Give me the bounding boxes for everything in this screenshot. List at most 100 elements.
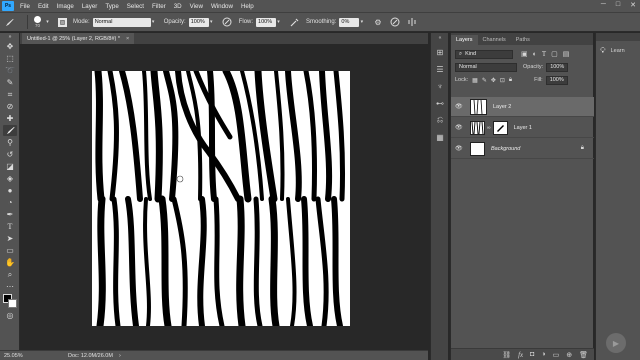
more-tools-icon[interactable]: ⋯ bbox=[3, 281, 17, 292]
mode-select[interactable]: Normal bbox=[92, 17, 151, 27]
swatches-icon[interactable]: ▦ bbox=[433, 131, 447, 143]
layer-name[interactable]: Layer 2 bbox=[493, 104, 511, 110]
lock-all-icon[interactable]: 🔒︎ bbox=[509, 77, 512, 84]
add-mask-icon[interactable]: ◘ bbox=[530, 351, 534, 358]
menu-help[interactable]: Help bbox=[241, 3, 254, 10]
color-swatches[interactable] bbox=[1, 293, 19, 309]
filter-kind-select[interactable]: ⌕ Kind bbox=[455, 49, 513, 59]
layer-row-background[interactable]: 👁︎ Background 🔒︎ bbox=[451, 139, 594, 159]
move-tool-icon[interactable]: ✥ bbox=[3, 41, 17, 52]
layer-mask-thumbnail[interactable] bbox=[492, 120, 508, 135]
airbrush-icon[interactable] bbox=[289, 17, 300, 28]
menu-edit[interactable]: Edit bbox=[38, 3, 49, 10]
layer-row-layer-1[interactable]: 👁︎ ∞ Layer 1 bbox=[451, 118, 594, 138]
menu-type[interactable]: Type bbox=[105, 3, 118, 10]
history-icon[interactable]: ⎌ bbox=[433, 114, 447, 126]
close-window-icon[interactable]: ✕ bbox=[630, 1, 636, 9]
pen-tool-icon[interactable]: ✒ bbox=[3, 209, 17, 220]
eyedropper-tool-icon[interactable]: ⊘ bbox=[3, 101, 17, 112]
path-selection-tool-icon[interactable]: ➤ bbox=[3, 233, 17, 244]
eye-icon[interactable]: 👁︎ bbox=[455, 124, 465, 131]
properties-icon[interactable]: ⊷ bbox=[433, 97, 447, 109]
chevron-down-icon[interactable]: ▾ bbox=[151, 19, 156, 25]
libraries-icon[interactable]: ☰ bbox=[433, 63, 447, 75]
brush-size-picker[interactable]: 70 bbox=[34, 16, 41, 28]
marquee-tool-icon[interactable]: ⬚ bbox=[3, 53, 17, 64]
menu-image[interactable]: Image bbox=[57, 3, 74, 10]
menu-select[interactable]: Select bbox=[127, 3, 144, 10]
blend-mode-select[interactable]: Normal bbox=[455, 62, 517, 72]
collapse-arrows-icon[interactable]: « bbox=[433, 35, 447, 41]
dodge-tool-icon[interactable]: ◔ bbox=[3, 197, 17, 208]
healing-brush-tool-icon[interactable]: ✚ bbox=[3, 113, 17, 124]
filter-pixel-icon[interactable]: ▣ bbox=[521, 50, 528, 58]
brush-tool-icon[interactable] bbox=[3, 125, 17, 136]
background-color-swatch[interactable] bbox=[8, 299, 17, 308]
close-icon[interactable]: × bbox=[126, 36, 129, 42]
photoshop-logo[interactable]: Ps bbox=[2, 1, 14, 11]
zoom-tool-icon[interactable]: ⌕ bbox=[3, 269, 17, 280]
tab-layers[interactable]: Layers bbox=[451, 35, 478, 45]
layer-style-icon[interactable]: fx bbox=[518, 351, 523, 359]
chevron-down-icon[interactable]: ▾ bbox=[45, 19, 50, 25]
adjustment-layer-icon[interactable]: ◑ bbox=[541, 351, 545, 358]
filter-adjustment-icon[interactable]: ◐ bbox=[533, 51, 537, 58]
layer-row-layer-2[interactable]: 👁︎ Layer 2 bbox=[451, 97, 594, 117]
eraser-tool-icon[interactable]: ◪ bbox=[3, 161, 17, 172]
tab-channels[interactable]: Channels bbox=[478, 35, 511, 45]
filter-type-icon[interactable]: T bbox=[542, 50, 546, 58]
shape-tool-icon[interactable]: ▭ bbox=[3, 245, 17, 256]
document-canvas[interactable] bbox=[92, 67, 350, 330]
lock-position-icon[interactable]: ✥ bbox=[491, 77, 496, 84]
status-menu-arrow[interactable]: › bbox=[119, 353, 121, 359]
crop-tool-icon[interactable]: ⌗ bbox=[3, 89, 17, 100]
history-brush-tool-icon[interactable]: ↺ bbox=[3, 149, 17, 160]
flow-input[interactable]: 100% bbox=[256, 17, 277, 27]
collapse-arrows-icon[interactable]: » bbox=[3, 34, 17, 40]
menu-layer[interactable]: Layer bbox=[82, 3, 97, 10]
trash-icon[interactable]: 🗑︎ bbox=[579, 351, 588, 359]
minimize-icon[interactable]: ─ bbox=[601, 1, 606, 9]
paint-bucket-tool-icon[interactable]: ◈ bbox=[3, 173, 17, 184]
new-layer-icon[interactable]: ⊕ bbox=[566, 351, 572, 359]
lasso-tool-icon[interactable]: ➰ bbox=[3, 65, 17, 76]
menu-3d[interactable]: 3D bbox=[174, 3, 182, 10]
menu-filter[interactable]: Filter bbox=[152, 3, 166, 10]
layer-opacity-input[interactable]: 100% bbox=[546, 62, 569, 72]
brushes-icon[interactable]: ♆ bbox=[433, 80, 447, 92]
eye-icon[interactable]: 👁︎ bbox=[455, 145, 465, 152]
menu-window[interactable]: Window bbox=[211, 3, 233, 10]
chevron-down-icon[interactable]: ▾ bbox=[209, 19, 214, 25]
brush-settings-icon[interactable]: ▨ bbox=[58, 17, 67, 27]
filter-shape-icon[interactable]: ▢ bbox=[551, 50, 558, 58]
layer-name[interactable]: Background bbox=[491, 146, 520, 152]
learn-button[interactable]: 💡︎ Learn bbox=[600, 46, 640, 56]
clone-stamp-tool-icon[interactable]: ⚲ bbox=[3, 137, 17, 148]
smoothing-input[interactable]: 0% bbox=[339, 17, 360, 27]
layer-name[interactable]: Layer 1 bbox=[514, 125, 532, 131]
pressure-size-icon[interactable] bbox=[389, 17, 400, 28]
chevron-down-icon[interactable]: ▾ bbox=[359, 19, 364, 25]
eye-icon[interactable]: 👁︎ bbox=[455, 103, 465, 110]
filter-smart-object-icon[interactable]: ▤ bbox=[563, 50, 570, 58]
pressure-opacity-icon[interactable] bbox=[222, 17, 233, 28]
type-tool-icon[interactable]: T bbox=[3, 221, 17, 232]
zoom-level[interactable]: 25.05% bbox=[4, 353, 44, 359]
lock-paint-icon[interactable]: ✎ bbox=[482, 77, 487, 84]
fill-input[interactable]: 100% bbox=[545, 75, 568, 85]
symmetry-icon[interactable] bbox=[406, 17, 417, 28]
tab-paths[interactable]: Paths bbox=[511, 35, 535, 45]
quick-selection-tool-icon[interactable]: ✎ bbox=[3, 77, 17, 88]
adjustments-icon[interactable]: ⊞ bbox=[433, 46, 447, 58]
gear-icon[interactable]: ⚙ bbox=[372, 17, 383, 28]
menu-file[interactable]: File bbox=[20, 3, 30, 10]
lock-pixels-icon[interactable]: ▦ bbox=[472, 77, 478, 84]
document-tab[interactable]: Untitled-1 @ 25% (Layer 2, RGB/8#) * × bbox=[22, 33, 135, 44]
hand-tool-icon[interactable]: ✋ bbox=[3, 257, 17, 268]
lock-artboard-icon[interactable]: ⊡ bbox=[500, 77, 505, 84]
opacity-input[interactable]: 100% bbox=[188, 17, 209, 27]
new-group-icon[interactable]: ▭ bbox=[553, 351, 560, 359]
chevron-down-icon[interactable]: ▾ bbox=[276, 19, 281, 25]
link-layers-icon[interactable]: ⛓ bbox=[502, 351, 511, 359]
quick-mask-icon[interactable]: ◎ bbox=[3, 310, 17, 321]
